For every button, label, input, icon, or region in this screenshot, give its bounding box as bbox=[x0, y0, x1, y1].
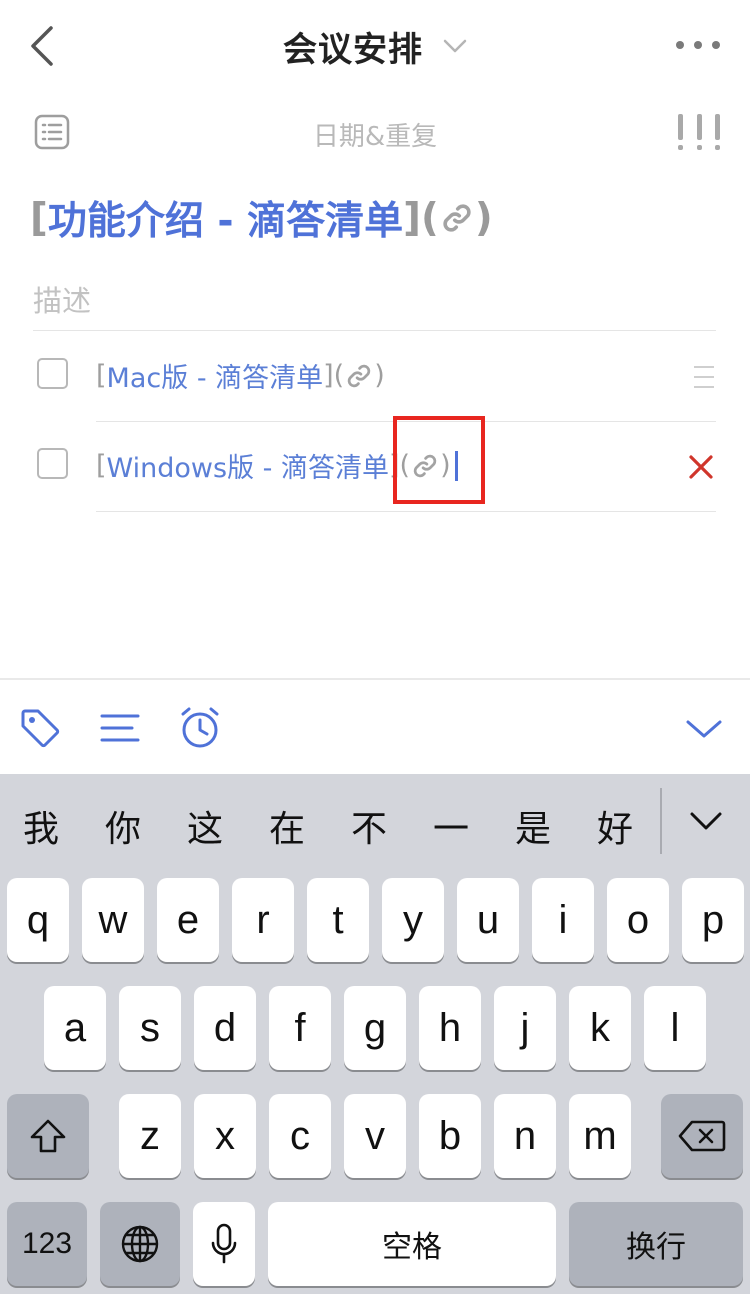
key-s[interactable]: s bbox=[119, 986, 181, 1070]
return-key[interactable]: 换行 bbox=[569, 1202, 743, 1286]
candidate-word[interactable]: 好 bbox=[574, 800, 656, 852]
key-o[interactable]: o bbox=[607, 878, 669, 962]
page-title: 会议安排 bbox=[283, 29, 423, 70]
alarm-icon[interactable] bbox=[178, 706, 222, 750]
key-x[interactable]: x bbox=[194, 1094, 256, 1178]
key-w[interactable]: w bbox=[82, 878, 144, 962]
expand-candidates-chevron-icon[interactable] bbox=[686, 802, 726, 842]
key-k[interactable]: k bbox=[569, 986, 631, 1070]
key-y[interactable]: y bbox=[382, 878, 444, 962]
shift-icon bbox=[30, 1119, 66, 1153]
item-bracket-open: [ bbox=[96, 450, 107, 481]
backspace-icon bbox=[678, 1120, 726, 1152]
key-d[interactable]: d bbox=[194, 986, 256, 1070]
title-bracket-open: [ bbox=[30, 195, 48, 241]
microphone-key[interactable] bbox=[193, 1202, 255, 1286]
key-h[interactable]: h bbox=[419, 986, 481, 1070]
task-title[interactable]: [ 功能介绍 - 滴答清单 ]( ) bbox=[30, 190, 493, 246]
item-link-text: Mac版 - 滴答清单 bbox=[106, 363, 324, 394]
description-field[interactable]: 描述 bbox=[33, 278, 91, 320]
priority-icon[interactable] bbox=[678, 114, 720, 152]
key-q[interactable]: q bbox=[7, 878, 69, 962]
title-link-text: 功能介绍 - 滴答清单 bbox=[47, 199, 404, 244]
title-paren-close: ) bbox=[474, 195, 493, 241]
candidate-word[interactable]: 在 bbox=[246, 800, 328, 852]
candidate-word[interactable]: 一 bbox=[410, 800, 492, 852]
checklist-item-text[interactable]: [ Mac版 - 滴答清单 ]( ) bbox=[96, 356, 385, 395]
microphone-icon bbox=[211, 1223, 237, 1264]
globe-icon bbox=[121, 1225, 159, 1263]
candidate-separator bbox=[660, 788, 662, 854]
keyboard: 我 你 这 在 不 一 是 好 q w e r t y u i o p a s … bbox=[0, 774, 750, 1294]
item-bracket-close: ]( bbox=[323, 360, 345, 391]
link-icon bbox=[347, 364, 371, 387]
hide-keyboard-chevron-icon[interactable] bbox=[682, 706, 726, 750]
backspace-key[interactable] bbox=[661, 1094, 743, 1178]
key-t[interactable]: t bbox=[307, 878, 369, 962]
text-format-icon[interactable] bbox=[98, 706, 142, 750]
more-dot bbox=[676, 41, 684, 49]
delete-icon[interactable] bbox=[686, 452, 716, 482]
key-b[interactable]: b bbox=[419, 1094, 481, 1178]
checklist-item[interactable]: [ Windows版 - 滴答清单 ]( ) bbox=[0, 422, 750, 512]
item-paren-close: ) bbox=[374, 360, 385, 391]
key-p[interactable]: p bbox=[682, 878, 744, 962]
project-selector[interactable]: 会议安排 bbox=[0, 20, 750, 72]
highlight-annotation bbox=[393, 416, 485, 504]
date-row: 日期&重复 bbox=[0, 100, 750, 164]
item-link-text: Windows版 - 滴答清单 bbox=[106, 453, 389, 484]
key-l[interactable]: l bbox=[644, 986, 706, 1070]
candidate-word[interactable]: 不 bbox=[328, 800, 410, 852]
key-n[interactable]: n bbox=[494, 1094, 556, 1178]
checkbox[interactable] bbox=[37, 358, 68, 389]
shift-key[interactable] bbox=[7, 1094, 89, 1178]
key-g[interactable]: g bbox=[344, 986, 406, 1070]
candidate-word[interactable]: 这 bbox=[164, 800, 246, 852]
candidate-word[interactable]: 是 bbox=[492, 800, 574, 852]
candidate-word[interactable]: 你 bbox=[82, 800, 164, 852]
key-u[interactable]: u bbox=[457, 878, 519, 962]
key-j[interactable]: j bbox=[494, 986, 556, 1070]
key-z[interactable]: z bbox=[119, 1094, 181, 1178]
key-m[interactable]: m bbox=[569, 1094, 631, 1178]
more-button[interactable] bbox=[676, 30, 720, 60]
key-a[interactable]: a bbox=[44, 986, 106, 1070]
checkbox[interactable] bbox=[37, 448, 68, 479]
space-key[interactable]: 空格 bbox=[268, 1202, 556, 1286]
candidate-bar: 我 你 这 在 不 一 是 好 bbox=[0, 774, 750, 878]
divider bbox=[33, 330, 716, 331]
globe-key[interactable] bbox=[100, 1202, 180, 1286]
nav-bar: 会议安排 bbox=[0, 0, 750, 92]
checklist-item[interactable]: [ Mac版 - 滴答清单 ]( ) bbox=[0, 332, 750, 422]
tag-icon[interactable] bbox=[18, 706, 62, 750]
key-e[interactable]: e bbox=[157, 878, 219, 962]
key-v[interactable]: v bbox=[344, 1094, 406, 1178]
divider bbox=[96, 511, 716, 512]
candidate-word[interactable]: 我 bbox=[0, 800, 82, 852]
key-i[interactable]: i bbox=[532, 878, 594, 962]
link-icon bbox=[443, 204, 471, 232]
editor-toolbar bbox=[0, 678, 750, 774]
drag-handle-icon[interactable] bbox=[694, 366, 714, 388]
title-bracket-close: ]( bbox=[403, 195, 439, 241]
more-dot bbox=[694, 41, 702, 49]
key-c[interactable]: c bbox=[269, 1094, 331, 1178]
key-f[interactable]: f bbox=[269, 986, 331, 1070]
chevron-down-icon bbox=[443, 39, 467, 53]
date-repeat-button[interactable]: 日期&重复 bbox=[0, 116, 750, 153]
more-dot bbox=[712, 41, 720, 49]
key-r[interactable]: r bbox=[232, 878, 294, 962]
item-bracket-open: [ bbox=[96, 360, 107, 391]
numbers-key[interactable]: 123 bbox=[7, 1202, 87, 1286]
